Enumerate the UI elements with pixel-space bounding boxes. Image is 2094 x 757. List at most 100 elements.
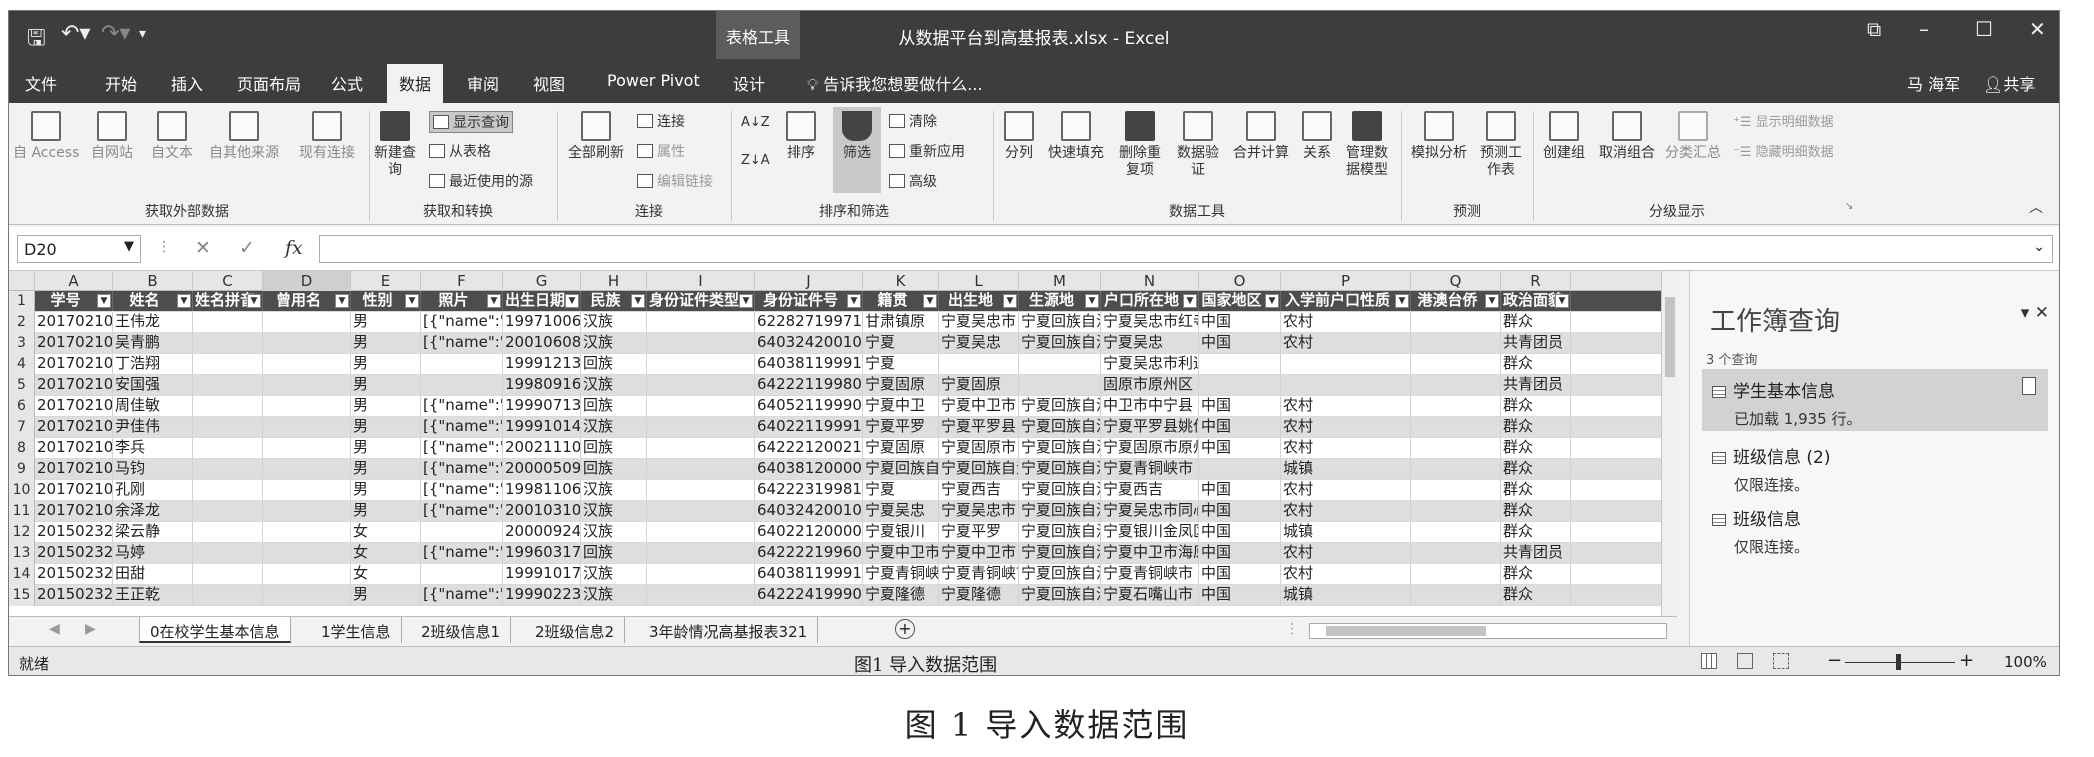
table-cell[interactable]: 20170210 [35,480,113,500]
table-cell[interactable]: 回族 [581,438,647,458]
row-header[interactable]: 1 [9,291,35,312]
table-cell[interactable] [193,396,263,416]
table-cell[interactable]: 宁夏青铜峡 [863,564,939,584]
table-cell[interactable] [1199,354,1281,374]
column-header[interactable]: Q [1411,271,1501,291]
table-cell[interactable]: 宁夏青铜峡市 [939,564,1019,584]
table-cell[interactable]: 宁夏吴忠市红寺堡 [1101,312,1199,332]
row-header[interactable]: 12 [9,522,35,543]
table-cell[interactable]: 19990713 [503,396,581,416]
table-cell[interactable]: 宁夏中卫市海原县 [1101,543,1199,563]
sheet-tab[interactable]: 0在校学生基本信息 [139,617,291,643]
table-cell[interactable]: 宁夏平罗 [939,522,1019,542]
table-cell[interactable] [1411,459,1501,479]
table-cell[interactable]: 回族 [581,396,647,416]
row-header[interactable]: 5 [9,375,35,396]
column-header[interactable]: E [351,271,421,291]
filter-dropdown-icon[interactable]: ▼ [1485,294,1499,308]
table-cell[interactable]: 宁夏中卫市 [863,543,939,563]
table-cell[interactable]: 20170210 [35,354,113,374]
table-cell[interactable] [647,375,755,395]
relationships-button[interactable]: 关系 [1297,111,1337,162]
column-header[interactable]: C [193,271,263,291]
table-cell[interactable] [647,459,755,479]
table-cell[interactable]: 6422241999022 [755,585,863,605]
table-cell[interactable]: 宁夏固原 [863,438,939,458]
table-cell[interactable]: 中国 [1199,522,1281,542]
table-cell[interactable]: 宁夏回族自治区 [1019,312,1101,332]
connections-button[interactable]: 连接 [637,111,685,131]
table-cell[interactable] [193,564,263,584]
row-header[interactable]: 6 [9,396,35,417]
table-cell[interactable]: 回族 [581,459,647,479]
table-cell[interactable]: 群众 [1501,480,1571,500]
table-cell[interactable] [647,522,755,542]
table-cell[interactable]: 男 [351,501,421,521]
table-cell[interactable]: 20170210 [35,417,113,437]
table-cell[interactable]: [{"name":" [421,501,503,521]
table-cell[interactable]: 20170210 [35,333,113,353]
table-cell[interactable] [1411,543,1501,563]
table-cell[interactable] [647,438,755,458]
table-cell[interactable]: 20000509 [503,459,581,479]
expand-formula-icon[interactable]: ⌄ [2033,239,2045,255]
table-cell[interactable]: [{"name":" [421,543,503,563]
table-cell[interactable]: 6422211998091 [755,375,863,395]
table-cell[interactable] [647,396,755,416]
table-cell[interactable]: 20170210 [35,396,113,416]
row-header[interactable]: 11 [9,501,35,522]
column-header[interactable]: G [503,271,581,291]
share-button[interactable]: 👤︎共享 [1983,71,2035,95]
table-cell[interactable]: [{"name":" [421,459,503,479]
sort-az-button[interactable]: A↓Z [741,115,770,130]
table-cell[interactable]: 宁夏吴忠市利通区 [1101,354,1199,374]
table-cell[interactable]: 农村 [1281,543,1411,563]
table-cell[interactable]: 男 [351,438,421,458]
table-cell[interactable]: 宁夏回族自治区 [863,459,939,479]
table-cell[interactable]: 宁夏回族自治区 [1019,522,1101,542]
table-cell[interactable]: 19971006 [503,312,581,332]
table-cell[interactable]: 6422212002111 [755,438,863,458]
table-cell[interactable]: 宁夏隆德 [863,585,939,605]
table-cell[interactable] [263,333,351,353]
select-all-corner[interactable] [9,271,35,291]
table-cell[interactable]: 汉族 [581,333,647,353]
tab-formulas[interactable]: 公式 [331,71,363,95]
table-cell[interactable] [263,312,351,332]
table-cell[interactable] [263,501,351,521]
table-cell[interactable]: 农村 [1281,438,1411,458]
table-cell[interactable]: 城镇 [1281,522,1411,542]
table-cell[interactable]: 丁浩翔 [113,354,193,374]
table-cell[interactable] [263,375,351,395]
filter-dropdown-icon[interactable]: ▼ [335,294,349,308]
sheet-tab[interactable]: 2班级信息1 [411,617,512,643]
filter-dropdown-icon[interactable]: ▼ [847,294,861,308]
zoom-level[interactable]: 100% [2004,653,2047,671]
table-cell[interactable]: 王正乾 [113,585,193,605]
table-cell[interactable]: 群众 [1501,438,1571,458]
table-cell[interactable]: 20170210 [35,438,113,458]
filter-dropdown-icon[interactable]: ▼ [1555,294,1569,308]
row-header[interactable]: 9 [9,459,35,480]
table-cell[interactable] [421,354,503,374]
table-cell[interactable] [647,417,755,437]
table-cell[interactable]: 城镇 [1281,585,1411,605]
table-cell[interactable]: 中国 [1199,501,1281,521]
row-header[interactable]: 8 [9,438,35,459]
filter-dropdown-icon[interactable]: ▼ [97,294,111,308]
zoom-in-button[interactable]: + [1959,650,1974,671]
table-cell[interactable] [263,480,351,500]
edit-links-button[interactable]: 编辑链接 [637,171,713,191]
minimize-button[interactable]: – [1919,17,1929,41]
table-cell[interactable]: 男 [351,396,421,416]
manage-data-model-button[interactable]: 管理数据模型 [1341,111,1393,179]
column-header[interactable]: B [113,271,193,291]
zoom-out-button[interactable]: − [1827,650,1842,671]
table-cell[interactable]: 汉族 [581,480,647,500]
column-header[interactable]: F [421,271,503,291]
table-cell[interactable]: 宁夏回族自治区 [1019,459,1101,479]
table-cell[interactable] [647,543,755,563]
table-cell[interactable]: 群众 [1501,501,1571,521]
table-cell[interactable]: 宁夏银川 [863,522,939,542]
table-cell[interactable]: 宁夏 [863,480,939,500]
